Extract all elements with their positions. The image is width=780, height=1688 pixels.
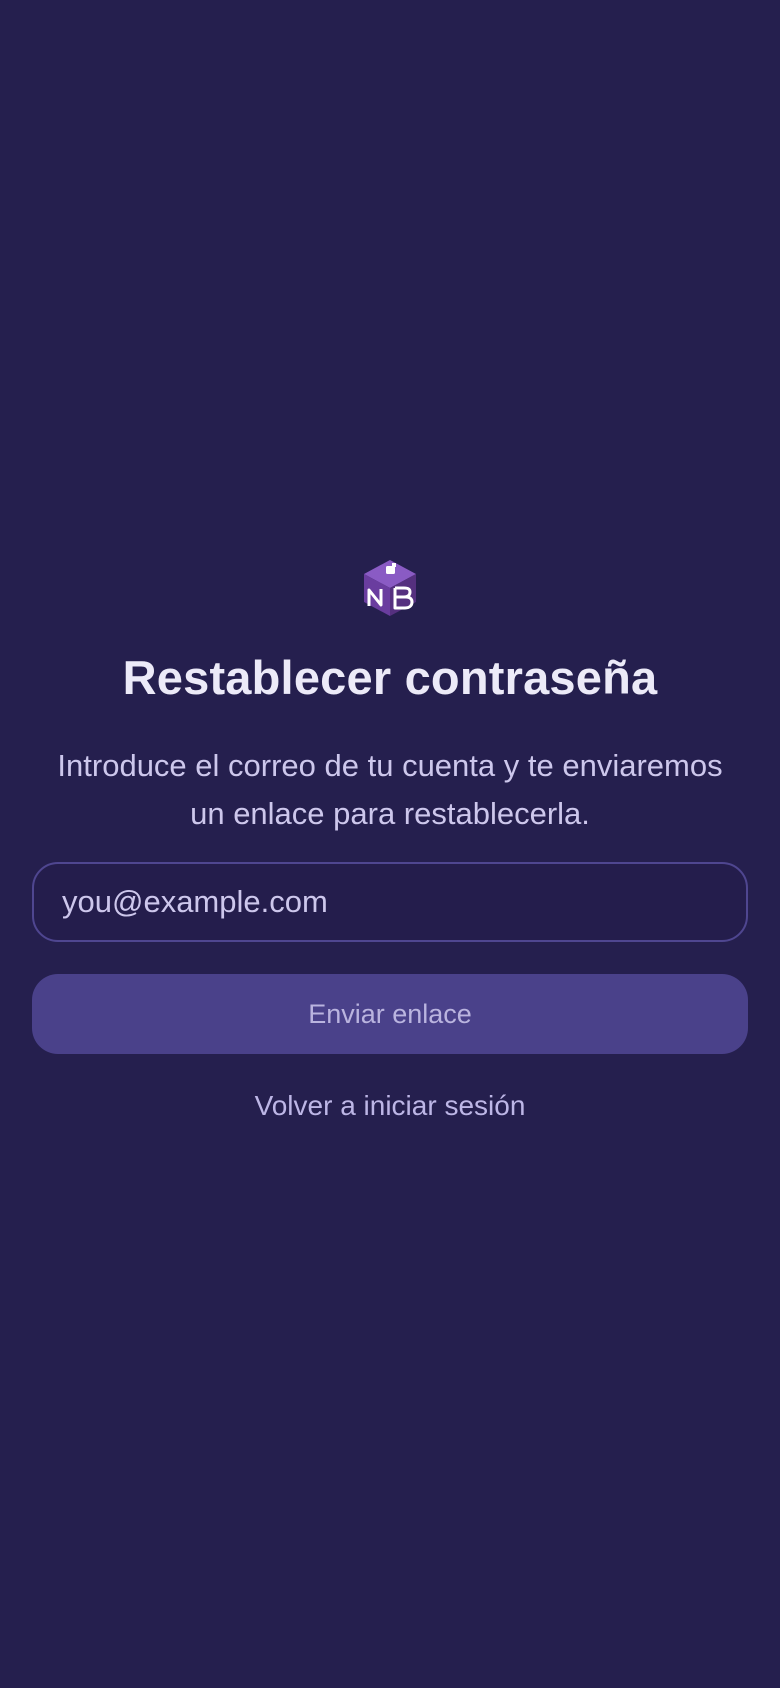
send-link-button[interactable]: Enviar enlace xyxy=(32,974,748,1054)
back-to-login-link[interactable]: Volver a iniciar sesión xyxy=(0,1086,780,1126)
email-field[interactable] xyxy=(32,862,748,942)
nb-cube-logo-icon xyxy=(360,558,420,618)
reset-password-screen: Restablecer contraseña Introduce el corr… xyxy=(0,0,780,1688)
reset-description: Introduce el correo de tu cuenta y te en… xyxy=(57,748,723,831)
page-title: Restablecer contraseña xyxy=(122,651,658,704)
